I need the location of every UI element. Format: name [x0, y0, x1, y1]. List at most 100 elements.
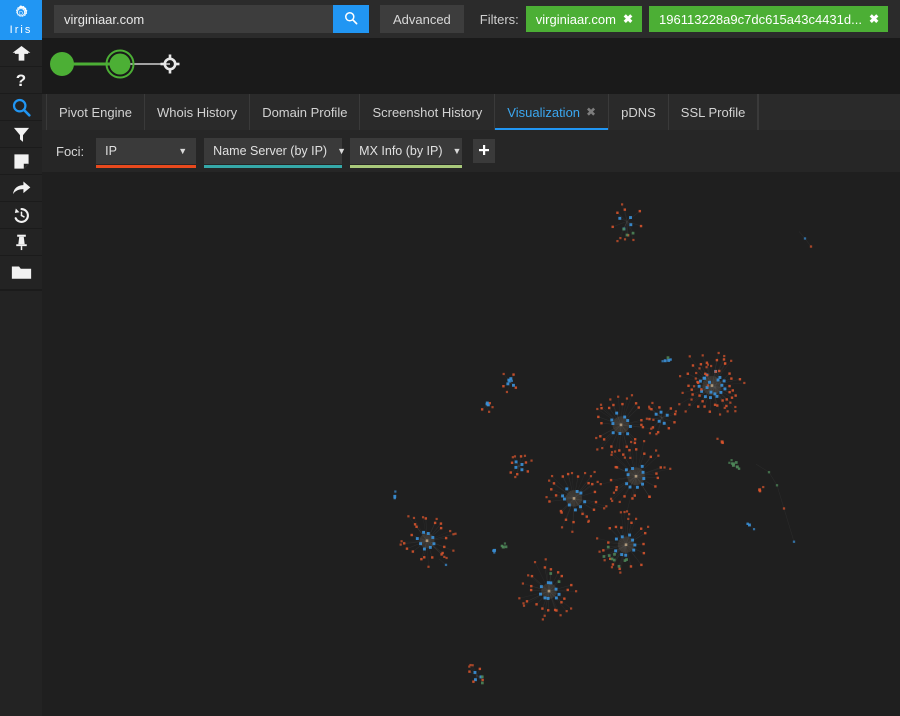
graph-node-ip[interactable]: [530, 459, 533, 462]
graph-node-ip[interactable]: [629, 565, 633, 568]
graph-node-ip[interactable]: [648, 407, 651, 410]
graph-node-ip[interactable]: [649, 455, 652, 459]
graph-node-ip[interactable]: [642, 542, 645, 546]
graph-node-ip[interactable]: [603, 507, 606, 510]
graph-node-name-server[interactable]: [628, 485, 632, 489]
graph-node-ip[interactable]: [721, 399, 724, 402]
graph-node-ip[interactable]: [729, 401, 732, 404]
graph-node-ip[interactable]: [522, 602, 525, 605]
graph-node-name-server[interactable]: [631, 538, 635, 542]
graph-node-ip[interactable]: [673, 412, 677, 416]
graph-node-ip[interactable]: [407, 515, 410, 518]
graph-node-ip[interactable]: [619, 237, 622, 240]
graph-node-name-server[interactable]: [628, 533, 632, 537]
graph-node-ip[interactable]: [613, 450, 617, 453]
graph-node-name-server[interactable]: [703, 395, 707, 399]
graph-node-ip[interactable]: [468, 670, 471, 673]
iris-logo[interactable]: D Iris: [0, 0, 42, 38]
graph-node-name-server[interactable]: [444, 563, 448, 567]
graph-node-ip[interactable]: [493, 551, 496, 554]
graph-node-ip[interactable]: [691, 393, 694, 396]
graph-node-name-server[interactable]: [573, 508, 577, 512]
graph-node-ip[interactable]: [488, 410, 491, 413]
graph-node-name-server[interactable]: [549, 581, 553, 585]
graph-node-ip[interactable]: [472, 680, 475, 683]
graph-node-ip[interactable]: [548, 500, 551, 503]
graph-node-ip[interactable]: [411, 550, 415, 553]
graph-node-ip[interactable]: [706, 363, 710, 366]
graph-node-ip[interactable]: [599, 403, 603, 406]
graph-node-ip[interactable]: [553, 608, 557, 612]
graph-node-name-server[interactable]: [659, 410, 663, 414]
graph-node-ip[interactable]: [633, 438, 637, 441]
graph-node-mx-info[interactable]: [613, 553, 616, 556]
sidebar-item-folders[interactable]: [0, 256, 42, 290]
graph-node-ip[interactable]: [752, 528, 756, 531]
graph-node-ip[interactable]: [618, 500, 621, 504]
graph-node-name-server[interactable]: [803, 237, 807, 240]
graph-node-ip[interactable]: [623, 208, 627, 211]
graph-node-ip[interactable]: [629, 456, 632, 460]
graph-node-hub[interactable]: [572, 497, 576, 500]
sidebar-item-history[interactable]: [0, 202, 42, 229]
graph-node-mx-info[interactable]: [734, 461, 738, 464]
graph-node-ip[interactable]: [619, 511, 622, 514]
graph-node-mx-info[interactable]: [666, 356, 670, 360]
graph-node-name-server[interactable]: [514, 465, 518, 469]
graph-node-ip[interactable]: [627, 517, 630, 521]
graph-node-ip[interactable]: [439, 522, 443, 525]
graph-node-name-server[interactable]: [662, 421, 666, 425]
graph-node-ip[interactable]: [602, 549, 605, 552]
graph-node-ip[interactable]: [710, 364, 713, 368]
graph-node-hub[interactable]: [624, 543, 628, 547]
graph-node-ip[interactable]: [393, 496, 396, 500]
graph-node-ip[interactable]: [560, 574, 563, 578]
search-input[interactable]: [54, 5, 333, 33]
graph-node-ip[interactable]: [519, 455, 523, 458]
graph-node-ip[interactable]: [526, 470, 530, 473]
graph-node-ip[interactable]: [623, 495, 626, 498]
graph-node-ip[interactable]: [524, 461, 528, 464]
graph-node-name-server[interactable]: [620, 535, 624, 539]
graph-node-ip[interactable]: [516, 473, 519, 476]
graph-node-ip[interactable]: [650, 427, 653, 430]
graph-node-ip[interactable]: [639, 527, 643, 530]
graph-node-ip[interactable]: [471, 664, 474, 667]
graph-node-mx-info[interactable]: [617, 564, 621, 568]
graph-node-ip[interactable]: [503, 542, 507, 545]
graph-node-ip[interactable]: [632, 238, 635, 242]
graph-node-ip[interactable]: [609, 497, 613, 500]
graph-node-ip[interactable]: [433, 521, 437, 525]
graph-node-name-server[interactable]: [426, 532, 430, 535]
graph-node-ip[interactable]: [611, 563, 615, 566]
graph-node-name-server[interactable]: [792, 540, 796, 543]
graph-node-ip[interactable]: [583, 471, 587, 475]
graph-node-ip[interactable]: [559, 614, 562, 617]
graph-node-hub[interactable]: [547, 589, 551, 593]
graph-node-ip[interactable]: [625, 510, 629, 513]
graph-node-name-server[interactable]: [614, 549, 618, 553]
graph-node-ip[interactable]: [758, 489, 762, 493]
sidebar-item-share[interactable]: [0, 175, 42, 202]
graph-node-name-server[interactable]: [641, 470, 645, 474]
graph-node-name-server[interactable]: [722, 379, 726, 383]
graph-node-ip[interactable]: [623, 456, 626, 459]
graph-node-ip[interactable]: [641, 425, 645, 429]
graph-node-ip[interactable]: [427, 565, 430, 568]
graph-node-ip[interactable]: [648, 417, 651, 421]
graph-node-ip[interactable]: [721, 441, 724, 445]
graph-node-ip[interactable]: [608, 527, 611, 530]
graph-node-name-server[interactable]: [611, 422, 615, 425]
graph-node-ip[interactable]: [609, 478, 613, 482]
sidebar-item-filter[interactable]: [0, 121, 42, 148]
graph-node-ip[interactable]: [708, 410, 712, 413]
graph-node-ip[interactable]: [565, 610, 568, 613]
graph-node-ip[interactable]: [431, 556, 434, 559]
graph-node-name-server[interactable]: [620, 553, 624, 557]
graph-node-ip[interactable]: [616, 211, 619, 214]
graph-node-ip[interactable]: [723, 406, 726, 410]
graph-node-ip[interactable]: [728, 384, 731, 388]
graph-node-ip[interactable]: [762, 485, 765, 489]
graph-node-name-server[interactable]: [554, 596, 558, 600]
graph-node-ip[interactable]: [589, 475, 593, 478]
